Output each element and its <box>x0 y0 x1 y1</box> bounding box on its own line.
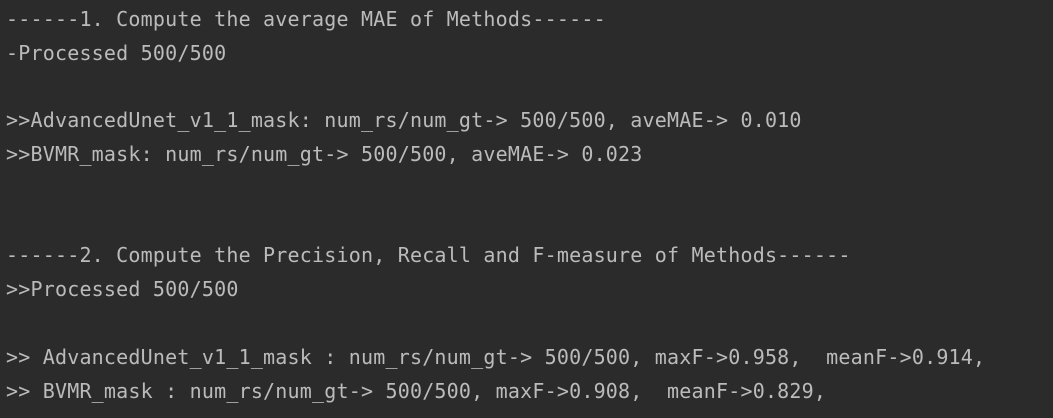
console-line-fmeasure-advancedunet: >> AdvancedUnet_v1_1_mask : num_rs/num_g… <box>6 345 986 369</box>
console-line-fmeasure-progress: >>Processed 500/500 <box>6 277 239 301</box>
console-line-mae-progress: -Processed 500/500 <box>6 41 227 65</box>
console-line-mae-bvmr: >>BVMR_mask: num_rs/num_gt-> 500/500, av… <box>6 142 643 166</box>
console-line-fmeasure-header: ------2. Compute the Precision, Recall a… <box>6 243 851 267</box>
console-line-fmeasure-bvmr: >> BVMR_mask : num_rs/num_gt-> 500/500, … <box>6 379 827 403</box>
console-line-mae-header: ------1. Compute the average MAE of Meth… <box>6 7 606 31</box>
console-line-mae-advancedunet: >>AdvancedUnet_v1_1_mask: num_rs/num_gt-… <box>6 108 802 132</box>
console-output: ------1. Compute the average MAE of Meth… <box>0 0 1053 418</box>
